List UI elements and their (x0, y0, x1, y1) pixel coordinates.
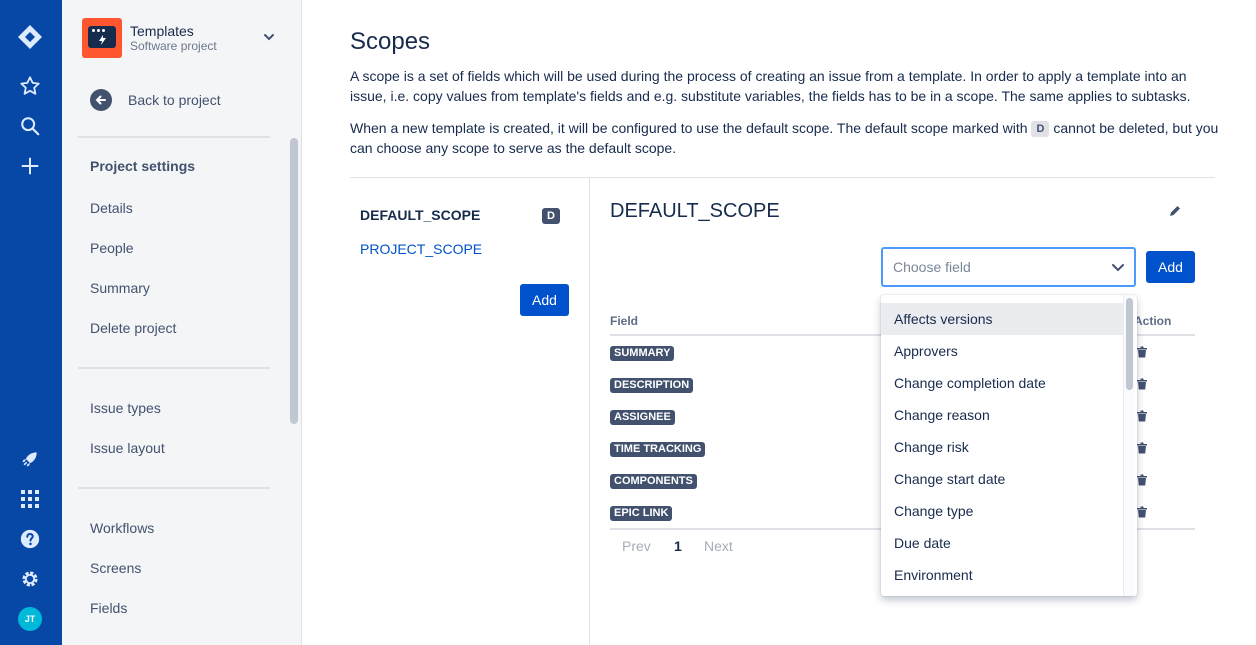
field-tag-epic-link: EPIC LINK (610, 506, 673, 521)
sidebar-item-details[interactable]: Details (90, 200, 133, 216)
help-icon[interactable] (16, 525, 44, 553)
divider (78, 487, 270, 489)
sidebar-item-workflows[interactable]: Workflows (90, 520, 154, 536)
column-header-field: Field (610, 314, 639, 328)
page-title: Scopes (350, 28, 431, 55)
dropdown-option[interactable]: Change type (881, 495, 1123, 527)
scope-item-project[interactable]: PROJECT_SCOPE (360, 241, 482, 257)
chevron-down-icon[interactable] (262, 30, 276, 49)
scope-detail-title: DEFAULT_SCOPE (610, 200, 780, 222)
field-tag-assignee: ASSIGNEE (610, 410, 675, 425)
default-badge: D (1031, 121, 1050, 137)
back-to-project-link[interactable]: Back to project (90, 88, 221, 112)
trash-icon[interactable] (1136, 505, 1148, 523)
field-select-placeholder: Choose field (893, 259, 971, 275)
project-switcher[interactable]: Templates Software project (82, 18, 282, 58)
avatar[interactable]: JT (18, 607, 42, 631)
dropdown-option[interactable]: Environment (881, 559, 1123, 591)
jira-logo-icon[interactable] (16, 23, 44, 51)
back-to-project-label: Back to project (128, 92, 221, 108)
dropdown-option[interactable]: Approvers (881, 335, 1123, 367)
pagination-page[interactable]: 1 (674, 538, 682, 554)
sidebar-item-fields[interactable]: Fields (90, 600, 127, 616)
sidebar-item-people[interactable]: People (90, 240, 134, 256)
sidebar-item-summary[interactable]: Summary (90, 280, 150, 296)
dropdown-option[interactable]: Change risk (881, 431, 1123, 463)
column-header-action: Action (1134, 314, 1172, 328)
add-scope-button[interactable]: Add (520, 284, 569, 316)
divider (78, 136, 270, 138)
dropdown-option[interactable]: Affects versions (881, 303, 1123, 335)
scope-item-default[interactable]: DEFAULT_SCOPE (360, 207, 480, 223)
dropdown-option[interactable]: Change reason (881, 399, 1123, 431)
divider (78, 367, 270, 369)
section-title: Project settings (90, 158, 196, 174)
dropdown-option[interactable]: Change completion date (881, 367, 1123, 399)
default-scope-description: When a new template is created, it will … (350, 120, 1219, 156)
rocket-icon[interactable] (16, 445, 44, 473)
sidebar-item-screens[interactable]: Screens (90, 560, 141, 576)
project-type: Software project (130, 39, 217, 53)
trash-icon[interactable] (1136, 345, 1148, 363)
field-tag-components: COMPONENTS (610, 474, 697, 489)
field-select[interactable]: Choose field (881, 247, 1136, 287)
arrow-left-icon (90, 89, 112, 111)
chevron-down-icon[interactable] (1110, 259, 1126, 280)
field-tag-description: DESCRIPTION (610, 378, 694, 393)
pagination-next[interactable]: Next (704, 538, 733, 554)
gear-icon[interactable] (16, 565, 44, 593)
global-navigation: JT (0, 0, 62, 645)
apps-grid-icon[interactable] (16, 485, 44, 513)
pagination-prev[interactable]: Prev (622, 538, 651, 554)
dropdown-option[interactable]: Due date (881, 527, 1123, 559)
divider (350, 177, 1215, 178)
add-field-button[interactable]: Add (1146, 251, 1195, 283)
star-icon[interactable] (16, 72, 44, 100)
default-scope-badge: D (542, 208, 560, 224)
field-tag-summary: SUMMARY (610, 346, 675, 361)
dropdown-scrollbar-thumb[interactable] (1126, 298, 1133, 390)
main-content: Scopes A scope is a set of fields which … (302, 0, 1256, 645)
dropdown-option[interactable]: Change start date (881, 463, 1123, 495)
project-sidebar: Templates Software project Back to proje… (62, 0, 302, 645)
sidebar-item-issue-types[interactable]: Issue types (90, 400, 161, 416)
sidebar-scrollbar[interactable] (290, 138, 298, 424)
field-tag-time-tracking: TIME TRACKING (610, 442, 706, 457)
trash-icon[interactable] (1136, 377, 1148, 395)
scope-description: A scope is a set of fields which will be… (350, 68, 1191, 104)
pencil-icon[interactable] (1168, 204, 1182, 223)
field-dropdown-menu: Affects versions Approvers Change comple… (881, 295, 1137, 596)
sidebar-item-delete-project[interactable]: Delete project (90, 320, 176, 336)
project-avatar-icon (82, 18, 122, 58)
trash-icon[interactable] (1136, 409, 1148, 427)
sidebar-item-issue-layout[interactable]: Issue layout (90, 440, 165, 456)
trash-icon[interactable] (1136, 473, 1148, 491)
plus-icon[interactable] (16, 152, 44, 180)
trash-icon[interactable] (1136, 441, 1148, 459)
search-icon[interactable] (16, 112, 44, 140)
divider (589, 178, 590, 645)
project-name: Templates (130, 23, 194, 39)
